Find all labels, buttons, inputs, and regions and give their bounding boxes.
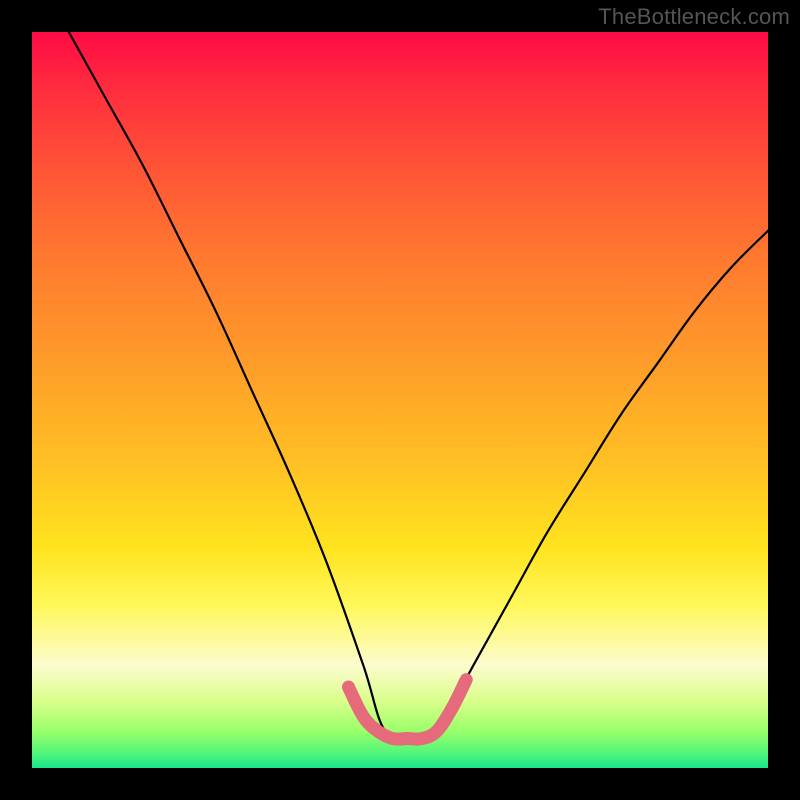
optimal-region-highlight bbox=[348, 680, 466, 739]
watermark-text: TheBottleneck.com bbox=[598, 4, 790, 30]
plot-area bbox=[32, 32, 768, 768]
bottleneck-curve bbox=[69, 32, 768, 740]
curve-layer bbox=[32, 32, 768, 768]
chart-frame: TheBottleneck.com bbox=[0, 0, 800, 800]
